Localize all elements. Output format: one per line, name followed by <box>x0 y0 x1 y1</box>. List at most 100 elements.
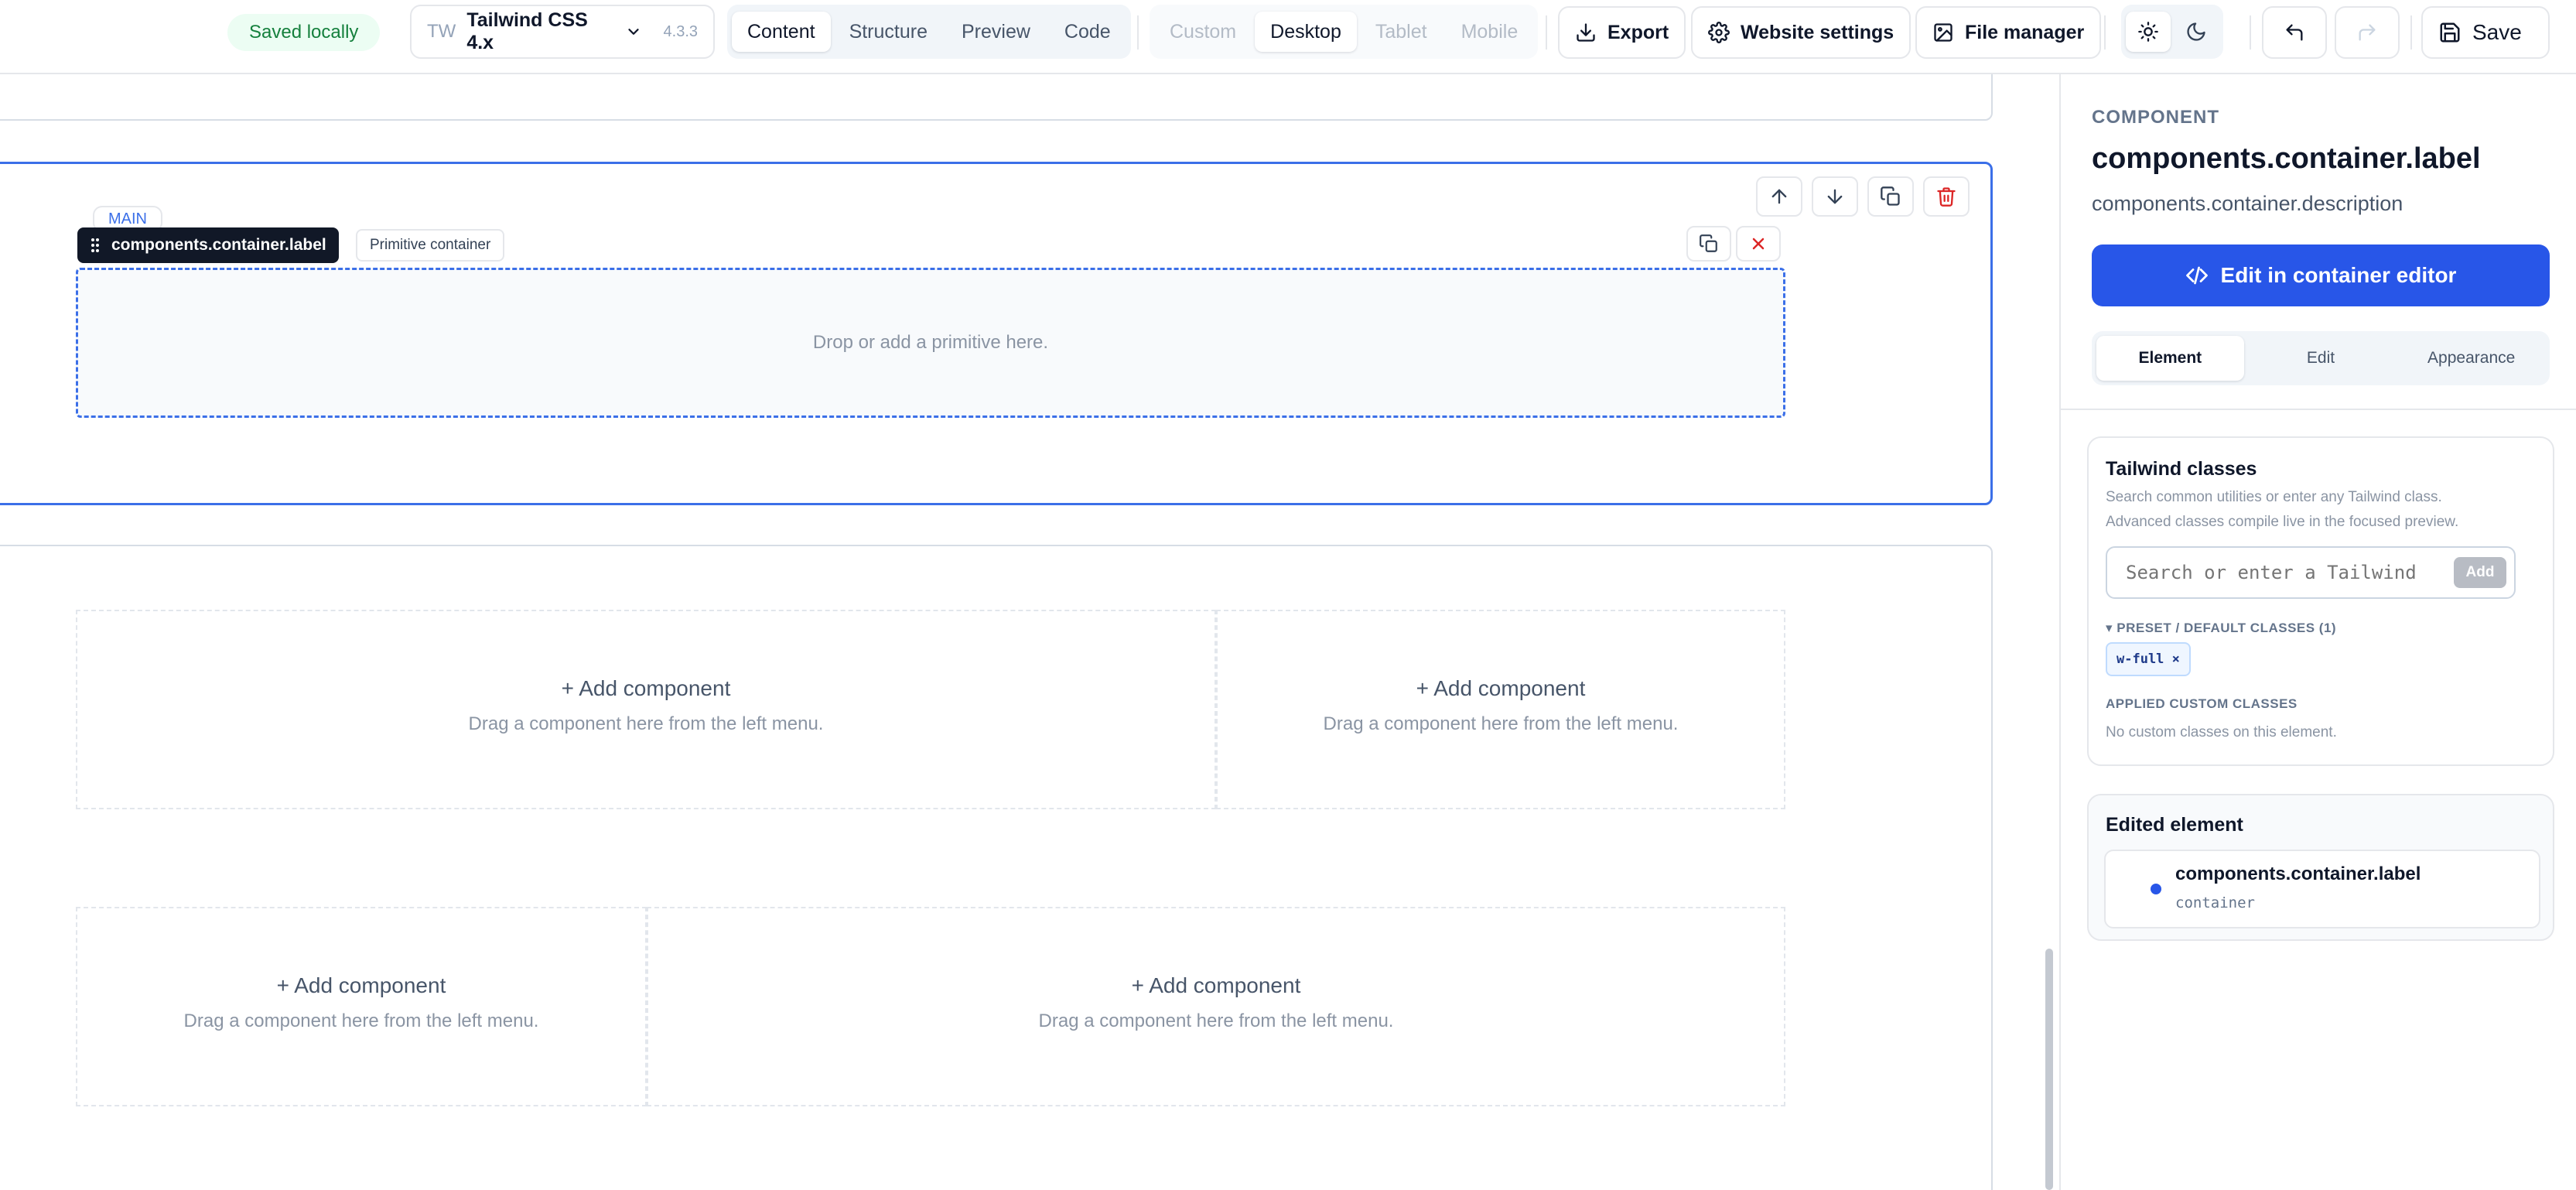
tailwind-help-line1: Search common utilities or enter any Tai… <box>2106 489 2442 505</box>
drop-hint: Drop or add a primitive here. <box>812 332 1049 353</box>
section-block[interactable] <box>0 74 1993 121</box>
canvas-scrollbar[interactable] <box>2045 949 2053 1190</box>
copy-icon <box>1880 186 1901 207</box>
gear-icon <box>1708 22 1730 43</box>
save-icon <box>2438 21 2462 44</box>
redo-button[interactable] <box>2335 6 2400 59</box>
moon-icon <box>2185 21 2207 43</box>
add-component-hint: Drag a component here from the left menu… <box>183 1010 539 1031</box>
edit-in-container-editor-button[interactable]: Edit in container editor <box>2092 244 2550 306</box>
light-theme-button[interactable] <box>2126 12 2171 52</box>
duplicate-section-button[interactable] <box>1867 176 1914 217</box>
component-slot[interactable]: + Add component Drag a component here fr… <box>76 907 647 1106</box>
delete-section-button[interactable] <box>1923 176 1970 217</box>
duplicate-container-button[interactable] <box>1686 226 1731 262</box>
website-settings-label: Website settings <box>1741 21 1894 43</box>
tailwind-search-input[interactable] <box>2109 549 2434 596</box>
tailwind-help-line2: Advanced classes compile live in the foc… <box>2106 514 2459 530</box>
add-component-title[interactable]: + Add component <box>648 973 1784 998</box>
component-slot[interactable]: + Add component Drag a component here fr… <box>1216 610 1785 809</box>
edit-button-label: Edit in container editor <box>2220 263 2457 287</box>
framework-prefix: TW <box>427 21 456 42</box>
panel-description: components.container.description <box>2092 192 2403 215</box>
device-tab-desktop[interactable]: Desktop <box>1255 12 1357 52</box>
edited-heading: Edited element <box>2106 814 2243 836</box>
file-manager-label: File manager <box>1965 21 2085 43</box>
image-icon <box>1932 22 1954 43</box>
panel-title: components.container.label <box>2092 142 2481 175</box>
tab-content[interactable]: Content <box>732 12 831 52</box>
panel-tabs: Element Edit Appearance <box>2092 331 2550 385</box>
file-manager-button[interactable]: File manager <box>1915 6 2102 59</box>
add-component-hint: Drag a component here from the left menu… <box>468 713 824 734</box>
undo-button[interactable] <box>2262 6 2327 59</box>
tab-edit[interactable]: Edit <box>2247 336 2395 381</box>
dark-theme-button[interactable] <box>2174 12 2219 52</box>
primitive-drop-zone[interactable]: Drop or add a primitive here. <box>76 268 1785 418</box>
trash-icon <box>1935 186 1957 207</box>
add-component-title[interactable]: + Add component <box>1218 676 1784 701</box>
toolbar-divider <box>2410 15 2412 50</box>
add-class-button[interactable]: Add <box>2454 557 2506 588</box>
code-icon <box>2185 264 2209 287</box>
device-tab-custom[interactable]: Custom <box>1154 12 1252 52</box>
edited-item-type: container <box>2175 894 2255 911</box>
add-component-title[interactable]: + Add component <box>77 676 1215 701</box>
framework-selector[interactable]: TW Tailwind CSS 4.x 4.3.3 <box>410 5 715 59</box>
tab-appearance[interactable]: Appearance <box>2397 336 2545 381</box>
copy-icon <box>1699 234 1719 254</box>
save-button[interactable]: Save <box>2421 6 2550 59</box>
add-component-hint: Drag a component here from the left menu… <box>1323 713 1679 734</box>
device-tab-tablet[interactable]: Tablet <box>1360 12 1443 52</box>
device-tab-mobile[interactable]: Mobile <box>1446 12 1534 52</box>
export-button[interactable]: Export <box>1558 6 1686 59</box>
toolbar-divider <box>1546 15 1547 50</box>
move-up-button[interactable] <box>1756 176 1802 217</box>
tab-code[interactable]: Code <box>1049 12 1126 52</box>
saved-status-badge: Saved locally <box>227 14 381 51</box>
save-label: Save <box>2472 20 2522 44</box>
tailwind-heading: Tailwind classes <box>2106 458 2257 480</box>
top-toolbar: Saved locally TW Tailwind CSS 4.x 4.3.3 … <box>0 0 2576 74</box>
move-down-button[interactable] <box>1812 176 1858 217</box>
arrow-up-icon <box>1768 186 1790 207</box>
tailwind-search-field: Add <box>2106 546 2516 599</box>
component-slot[interactable]: + Add component Drag a component here fr… <box>76 610 1216 809</box>
undo-icon <box>2284 22 2305 43</box>
tailwind-classes-card: Tailwind classes Search common utilities… <box>2087 436 2554 766</box>
remove-container-button[interactable] <box>1736 226 1781 262</box>
chevron-down-icon <box>625 23 642 40</box>
view-mode-tabs: Content Structure Preview Code <box>727 5 1131 59</box>
close-icon <box>1749 234 1768 253</box>
drag-handle-icon[interactable] <box>90 237 101 254</box>
custom-classes-heading: APPLIED CUSTOM CLASSES <box>2106 696 2298 711</box>
add-component-title[interactable]: + Add component <box>77 973 645 998</box>
container-label-text: components.container.label <box>111 236 326 254</box>
add-component-hint: Drag a component here from the left menu… <box>1038 1010 1394 1031</box>
device-tabs: Custom Desktop Tablet Mobile <box>1150 5 1539 59</box>
canvas-area: MAIN components.container.label Primitiv… <box>0 74 2059 1190</box>
container-type-badge: Primitive container <box>356 229 505 262</box>
class-chip-w-full[interactable]: w-full × <box>2106 642 2191 676</box>
website-settings-button[interactable]: Website settings <box>1691 6 1912 59</box>
tab-preview[interactable]: Preview <box>946 12 1046 52</box>
edited-item-name: components.container.label <box>2175 863 2421 884</box>
panel-divider <box>2061 409 2576 410</box>
panel-eyebrow: COMPONENT <box>2092 107 2219 128</box>
edited-element-item[interactable]: components.container.label container <box>2104 850 2540 928</box>
framework-version: 4.3.3 <box>663 22 698 40</box>
edited-element-card: Edited element components.container.labe… <box>2087 794 2554 941</box>
arrow-down-icon <box>1824 186 1846 207</box>
status-dot <box>2151 884 2161 894</box>
preset-classes-toggle[interactable]: ▾ PRESET / DEFAULT CLASSES (1) <box>2106 621 2336 636</box>
saved-status-text: Saved locally <box>249 22 359 43</box>
container-label-chip[interactable]: components.container.label <box>77 227 339 263</box>
tab-element[interactable]: Element <box>2096 336 2244 381</box>
export-label: Export <box>1607 21 1669 43</box>
tab-structure[interactable]: Structure <box>834 12 943 52</box>
toolbar-divider <box>2104 15 2106 50</box>
component-slot[interactable]: + Add component Drag a component here fr… <box>647 907 1785 1106</box>
custom-classes-empty: No custom classes on this element. <box>2106 724 2337 740</box>
sun-icon <box>2137 21 2159 43</box>
download-icon <box>1575 22 1597 43</box>
